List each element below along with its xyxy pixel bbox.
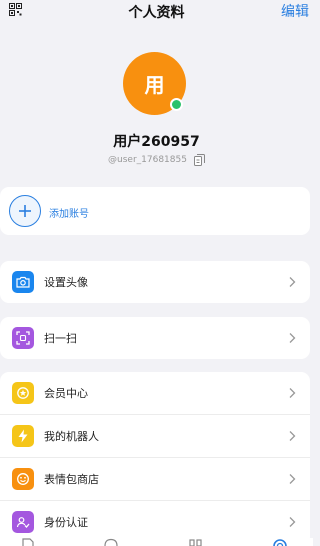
smiley-icon [12,468,34,490]
edit-button[interactable]: 编辑 [281,1,309,21]
menu-item-identity-verification[interactable]: 身份认证 [0,501,310,543]
add-circle [9,195,41,227]
plus-icon [19,205,31,217]
menu-label: 我的机器人 [44,430,99,443]
menu-label: 会员中心 [44,387,88,400]
menu-label: 扫一扫 [44,332,77,345]
star-badge-icon [12,382,34,404]
chevron-right-icon [289,431,296,441]
bottom-nav [0,538,313,546]
menu-group-card: 会员中心 我的机器人 表情包商店 身份认证 [0,372,310,546]
settings-gear-icon[interactable] [272,538,288,546]
page-title: 个人资料 [128,5,185,21]
avatar[interactable]: 用 [123,52,186,115]
chevron-right-icon [289,277,296,287]
menu-item-member-center[interactable]: 会员中心 [0,372,310,414]
add-account-label: 添加账号 [49,209,89,220]
scan-icon [12,327,34,349]
document-icon[interactable] [20,538,36,546]
profile-name: 用户260957 [113,134,200,150]
identity-icon [12,511,34,533]
online-status-dot [170,98,183,111]
chevron-right-icon [289,517,296,527]
user-id-row: @user_17681855 [0,154,313,166]
menu-item-sticker-store[interactable]: 表情包商店 [0,458,310,500]
set-avatar-card: 设置头像 [0,261,310,303]
camera-icon [12,271,34,293]
chevron-right-icon [289,388,296,398]
add-account-button[interactable]: 添加账号 [0,187,310,235]
chat-bubble-icon[interactable] [103,538,119,546]
menu-item-set-avatar[interactable]: 设置头像 [0,261,310,303]
top-bar: 个人资料 编辑 [0,0,313,22]
menu-label: 表情包商店 [44,473,99,486]
contacts-icon[interactable] [188,538,204,546]
user-id: @user_17681855 [108,155,187,165]
chevron-right-icon [289,474,296,484]
menu-item-my-robots[interactable]: 我的机器人 [0,415,310,457]
lightning-icon [12,425,34,447]
chevron-right-icon [289,333,296,343]
menu-label: 身份认证 [44,516,88,529]
copy-icon[interactable] [193,154,205,166]
scan-card: 扫一扫 [0,317,310,359]
menu-item-scan[interactable]: 扫一扫 [0,317,310,359]
menu-label: 设置头像 [44,276,88,289]
